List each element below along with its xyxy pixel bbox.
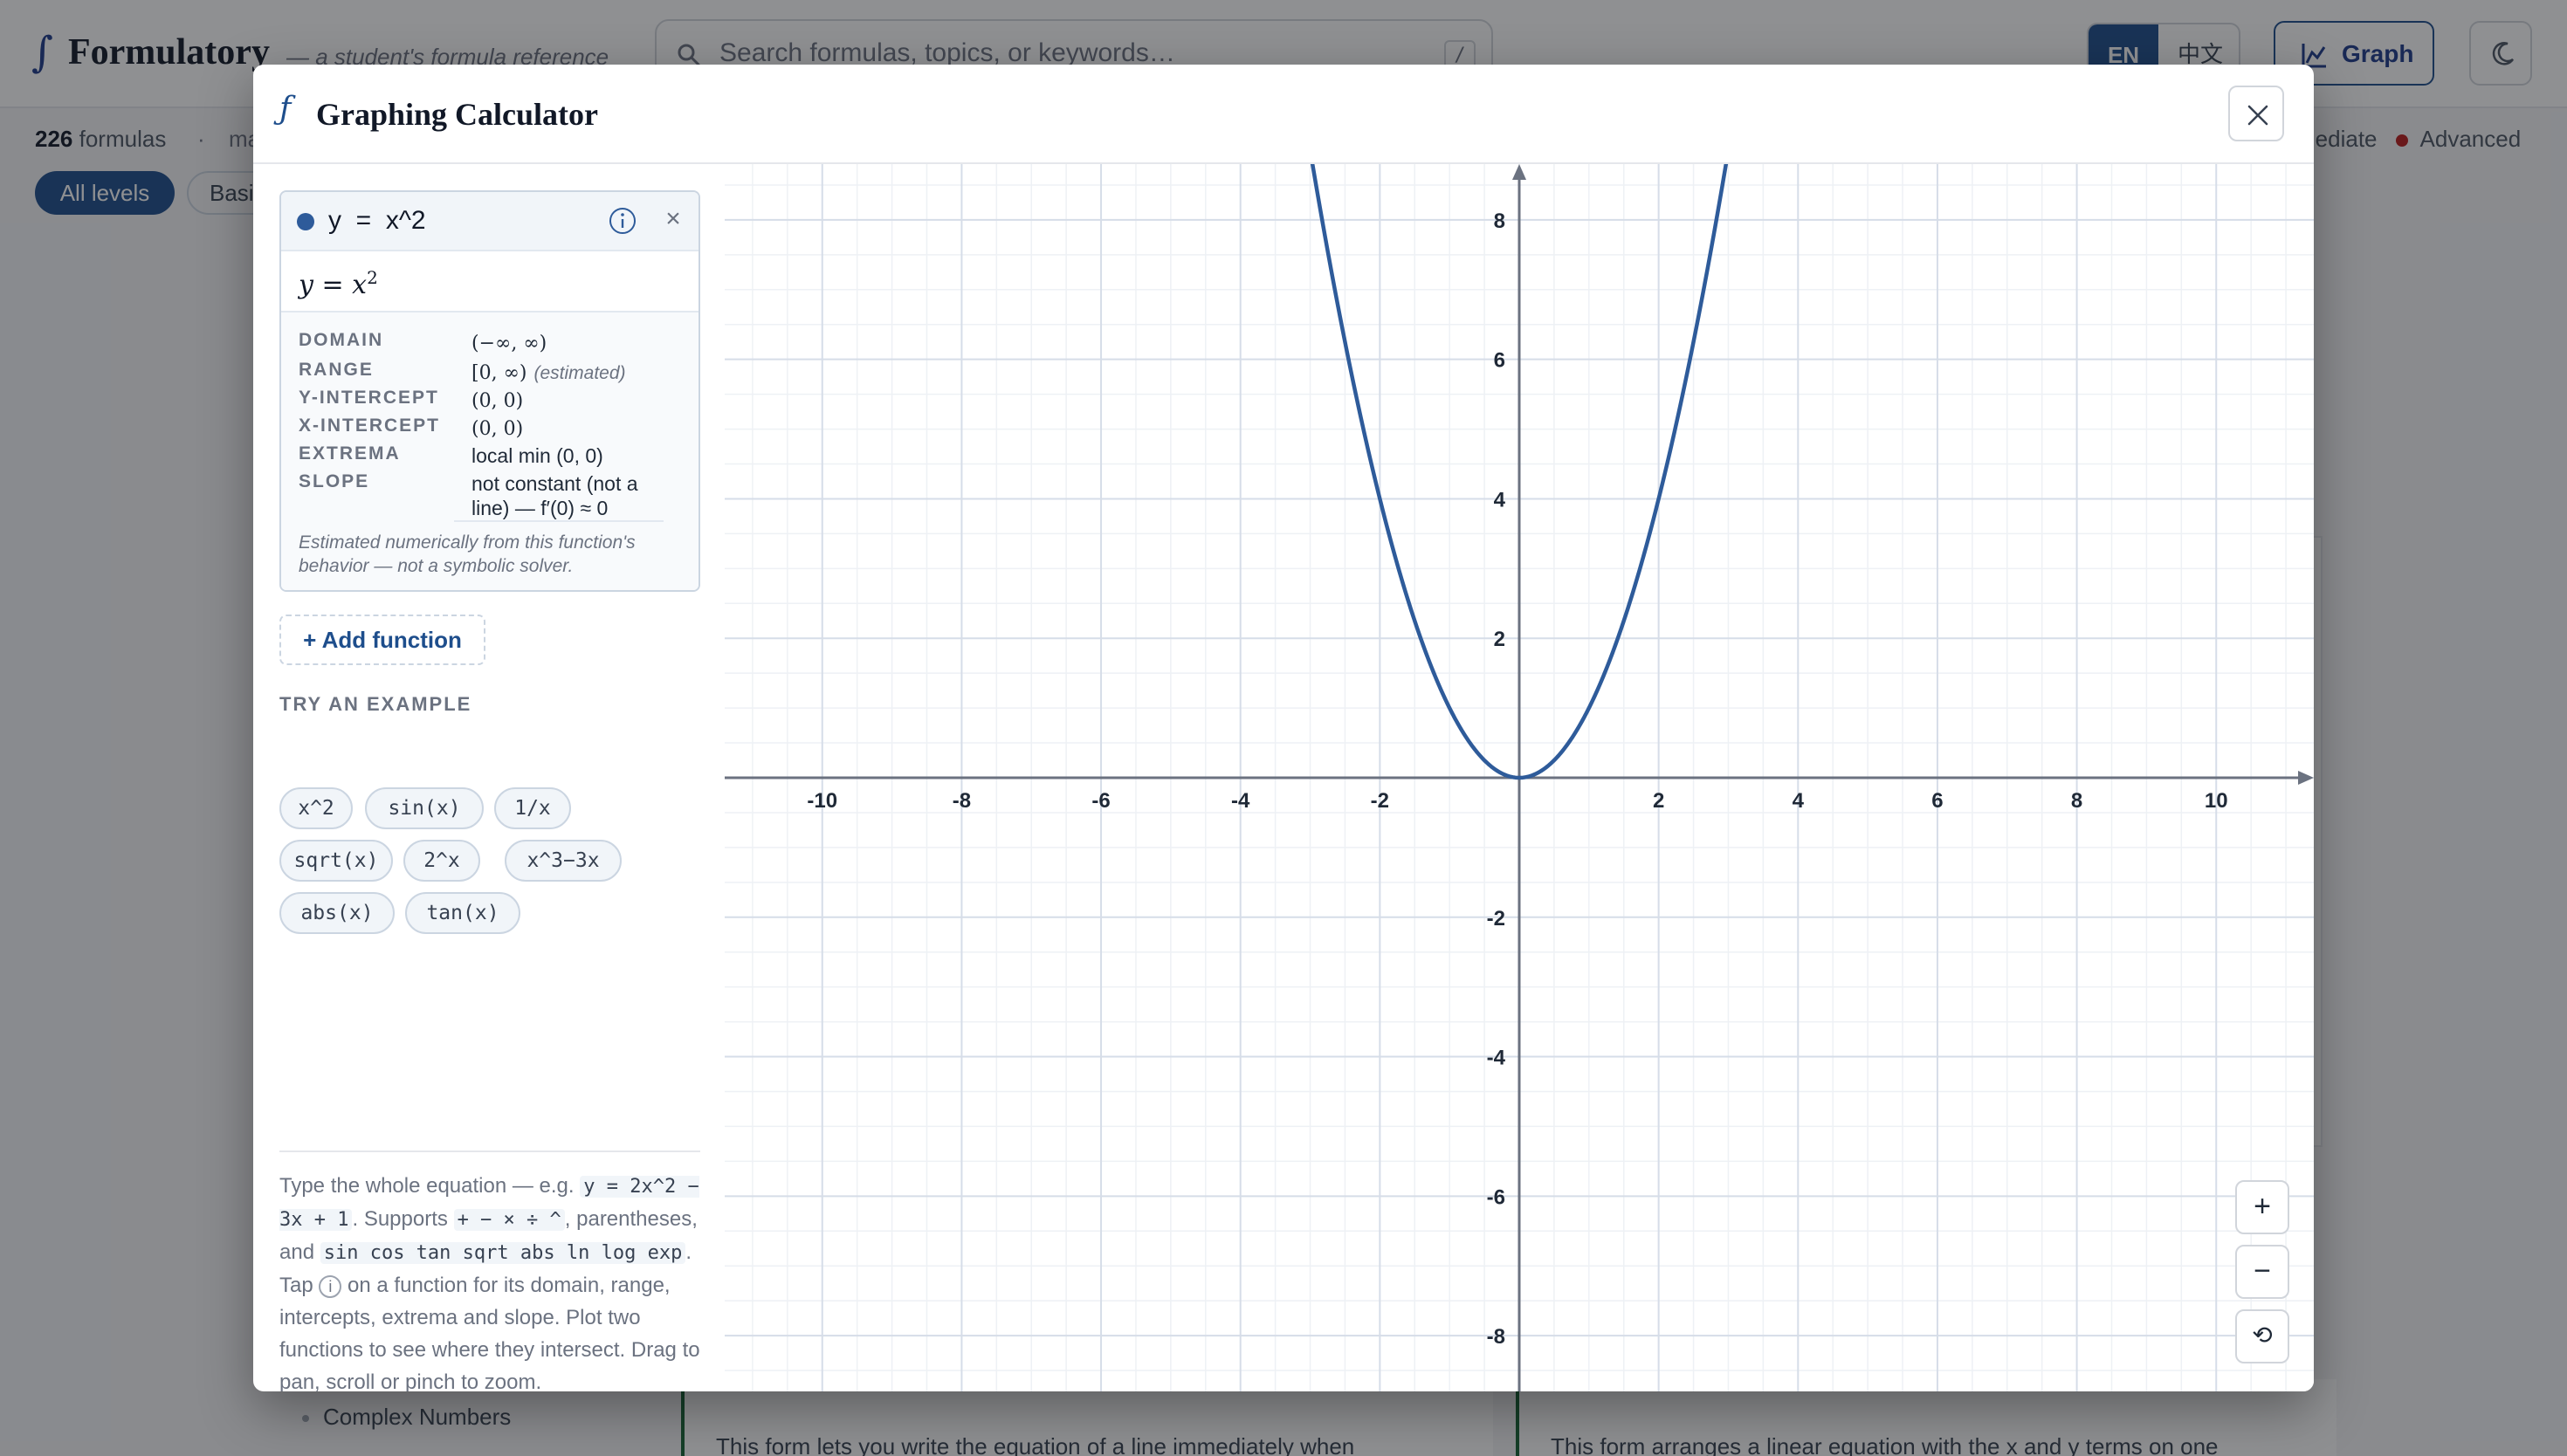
property-key: RANGE: [299, 360, 374, 380]
close-icon: [2247, 105, 2268, 126]
example-chip-sqrt[interactable]: sqrt(x): [279, 840, 393, 882]
x-tick-label: -2: [1371, 789, 1389, 813]
x-tick-label: -4: [1231, 789, 1250, 813]
graph-plot[interactable]: -10 -8 -6 -4 -2 2 4 6 8 10 8 6 4 2 -2 -4 -6 -8: [725, 164, 2314, 1391]
help-divider: [279, 1150, 700, 1152]
function-rendered-equation: y = x2: [299, 267, 378, 300]
property-value: (0, 0): [471, 390, 524, 412]
property-key: SLOPE: [299, 471, 370, 491]
example-chip-reciprocal[interactable]: 1/x: [494, 787, 571, 829]
info-icon: i: [319, 1274, 342, 1298]
example-chip-abs[interactable]: abs(x): [279, 892, 395, 934]
example-chip-exponential[interactable]: 2^x: [403, 840, 480, 882]
modal-title: Graphing Calculator: [316, 97, 599, 132]
example-chip-tan[interactable]: tan(x): [405, 892, 520, 934]
y-tick-label: 6: [1494, 349, 1505, 373]
example-chip-x2[interactable]: x^2: [279, 787, 353, 829]
y-tick-label: -4: [1487, 1047, 1506, 1070]
property-value: (0, 0): [471, 418, 524, 440]
zoom-out-button[interactable]: −: [2235, 1245, 2289, 1299]
graph-canvas[interactable]: -10 -8 -6 -4 -2 2 4 6 8 10 8 6 4 2 -2 -4 -6 -8: [725, 164, 2314, 1391]
add-function-button[interactable]: + Add function: [279, 615, 485, 665]
y-tick-label: 8: [1494, 209, 1505, 233]
x-tick-label: -8: [953, 789, 971, 813]
y-axis-arrow-icon: [1512, 164, 1526, 180]
properties-note: Estimated numerically from this function…: [299, 532, 636, 576]
modal-header: ƒ Graphing Calculator: [253, 65, 2314, 164]
info-icon[interactable]: [608, 206, 637, 236]
property-key: DOMAIN: [299, 330, 384, 350]
y-tick-label: 4: [1494, 488, 1506, 512]
function-icon: ƒ: [279, 91, 292, 127]
x-tick-label: 10: [2205, 789, 2228, 813]
x-tick-label: 4: [1793, 789, 1805, 813]
y-tick-label: -2: [1487, 907, 1505, 931]
zoom-in-button[interactable]: +: [2235, 1180, 2289, 1234]
property-value: not constant (not a line) — f′(0) ≈ 0: [471, 472, 638, 519]
x-tick-label: 2: [1653, 789, 1664, 813]
reset-view-button[interactable]: ⟲: [2235, 1309, 2289, 1363]
help-text: Type the whole equation — e.g. y = 2x^2 …: [279, 1174, 700, 1391]
graphing-calculator-modal: ƒ Graphing Calculator y = x^2 × y = x2 D…: [253, 65, 2314, 1391]
property-value: [0, ∞) (estimated): [471, 362, 626, 384]
x-tick-label: -10: [807, 789, 837, 813]
estimated-note: (estimated): [533, 363, 626, 383]
remove-function-button[interactable]: ×: [660, 204, 686, 236]
function-card: y = x^2 × y = x2 DOMAIN (−∞, ∞) RANGE [0…: [279, 190, 700, 592]
x-axis-arrow-icon: [2298, 771, 2314, 785]
rendered-exponent: 2: [367, 267, 378, 288]
x-tick-label: 8: [2071, 789, 2082, 813]
property-value: local min (0, 0): [471, 444, 603, 467]
function-color-swatch[interactable]: [297, 213, 314, 230]
property-key: X-INTERCEPT: [299, 416, 441, 436]
x-tick-label: 6: [1931, 789, 1943, 813]
function-properties: DOMAIN (−∞, ∞) RANGE [0, ∞) (estimated) Y…: [281, 311, 699, 590]
close-button[interactable]: [2228, 86, 2284, 141]
x-tick-label: -6: [1091, 789, 1110, 813]
rendered-lhs: y = x: [299, 270, 368, 300]
properties-divider: [454, 520, 664, 522]
try-example-heading: TRY AN EXAMPLE: [279, 693, 472, 715]
example-chip-sin[interactable]: sin(x): [365, 787, 484, 829]
y-tick-label: 2: [1494, 628, 1505, 651]
function-sidebar: y = x^2 × y = x2 DOMAIN (−∞, ∞) RANGE [0…: [253, 164, 725, 1391]
property-key: Y-INTERCEPT: [299, 388, 439, 408]
y-tick-label: -8: [1487, 1325, 1505, 1349]
function-row[interactable]: y = x^2 ×: [281, 192, 699, 251]
example-chip-cubic[interactable]: x^3−3x: [505, 840, 622, 882]
function-expression-input[interactable]: y = x^2: [328, 206, 426, 236]
property-value: (−∞, ∞): [471, 333, 547, 354]
property-key: EXTREMA: [299, 443, 401, 464]
y-tick-label: -6: [1487, 1185, 1505, 1209]
